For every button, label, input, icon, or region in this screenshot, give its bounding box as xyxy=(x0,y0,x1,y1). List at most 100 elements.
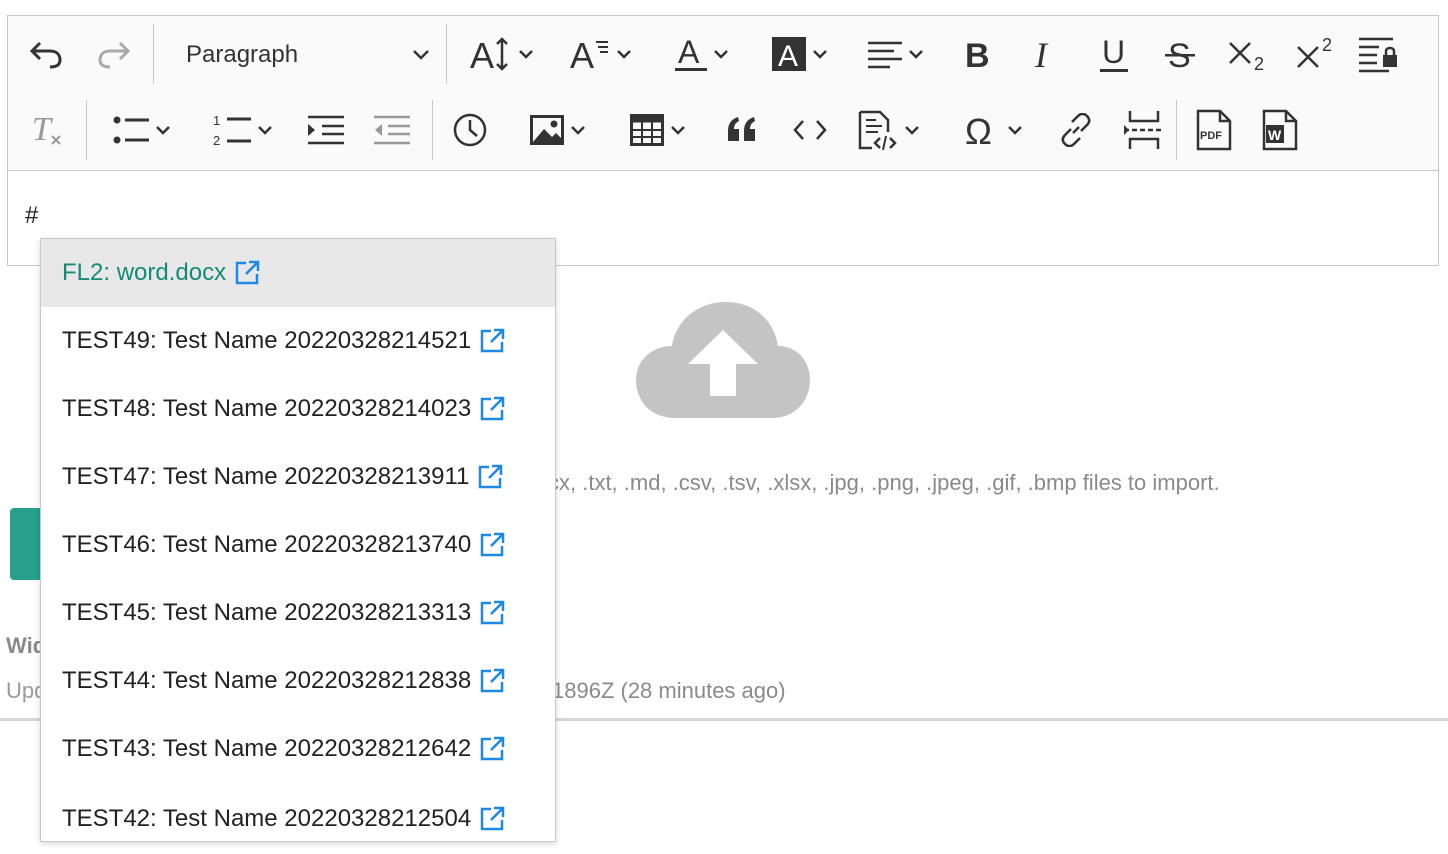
outdent-icon xyxy=(374,115,410,145)
mention-item[interactable]: TEST44: Test Name 20220328212838 xyxy=(41,647,555,715)
bold-button[interactable]: B xyxy=(956,16,1000,92)
mention-item[interactable]: TEST49: Test Name 20220328214521 xyxy=(41,307,555,375)
export-word-icon: W xyxy=(1262,109,1298,151)
undo-icon[interactable] xyxy=(24,16,68,92)
font-background-color-dropdown[interactable]: A xyxy=(760,16,840,92)
font-background-color-icon: A xyxy=(772,37,806,71)
mention-item[interactable]: TEST45: Test Name 20220328213313 xyxy=(41,579,555,647)
svg-text:W: W xyxy=(1268,127,1282,143)
block-quote-icon xyxy=(728,117,755,141)
svg-text:A: A xyxy=(778,40,798,71)
external-link-icon[interactable] xyxy=(479,396,505,422)
svg-text:A: A xyxy=(570,36,594,72)
mention-item[interactable]: TEST47: Test Name 20220328213911 xyxy=(41,443,555,511)
mention-dropdown: FL2: word.docx TEST49: Test Name 2022032… xyxy=(40,238,556,842)
svg-text:I: I xyxy=(1034,37,1049,71)
strikethrough-button[interactable]: S xyxy=(1158,16,1202,92)
font-size-dropdown[interactable]: A xyxy=(464,16,540,92)
mention-item-label: TEST47: Test Name 20220328213911 xyxy=(62,463,470,490)
toolbar-row-2: T 12 Ω PDF W xyxy=(8,92,1438,168)
mention-item-label: TEST48: Test Name 20220328214023 xyxy=(62,395,472,422)
code-icon xyxy=(793,120,827,140)
mention-item-label: TEST46: Test Name 20220328213740 xyxy=(62,531,472,558)
block-quote-button[interactable] xyxy=(720,92,764,168)
font-color-icon: A xyxy=(675,35,707,71)
chevron-down-icon xyxy=(813,50,827,59)
link-icon xyxy=(1061,113,1091,147)
bulleted-list-dropdown[interactable] xyxy=(102,92,182,168)
chevron-down-icon xyxy=(617,50,631,59)
mention-item[interactable]: TEST48: Test Name 20220328214023 xyxy=(41,375,555,443)
indent-button[interactable] xyxy=(304,92,348,168)
link-button[interactable] xyxy=(1054,92,1098,168)
mention-item[interactable]: FL2: word.docx xyxy=(41,239,555,307)
heading-dropdown-value: Paragraph xyxy=(186,41,299,68)
restricted-editing-button[interactable] xyxy=(1358,16,1402,92)
svg-text:1: 1 xyxy=(213,113,220,128)
superscript-button[interactable]: 2 xyxy=(1294,16,1338,92)
toolbar-row-1: Paragraph A A A A B I U S 2 2 xyxy=(8,16,1438,92)
insert-date-button[interactable] xyxy=(448,92,492,168)
toolbar-separator xyxy=(446,24,447,84)
external-link-icon[interactable] xyxy=(479,668,505,694)
bulleted-list-icon xyxy=(113,116,149,144)
image-icon xyxy=(530,115,564,145)
external-link-icon[interactable] xyxy=(479,600,505,626)
rich-text-editor: Paragraph A A A A B I U S 2 2 T 1 2 Ω PD… xyxy=(7,15,1439,266)
remove-format-icon: T xyxy=(32,112,61,148)
subscript-button[interactable]: 2 xyxy=(1226,16,1270,92)
external-link-icon[interactable] xyxy=(479,736,505,762)
svg-text:2: 2 xyxy=(1322,37,1332,55)
svg-text:Ω: Ω xyxy=(965,114,992,146)
insert-image-dropdown[interactable] xyxy=(518,92,598,168)
heading-dropdown[interactable]: Paragraph xyxy=(180,38,430,72)
italic-button[interactable]: I xyxy=(1024,16,1068,92)
external-link-icon[interactable] xyxy=(479,328,505,354)
chevron-down-icon xyxy=(571,126,585,135)
clock-icon xyxy=(453,113,487,147)
code-button[interactable] xyxy=(788,92,832,168)
page-break-button[interactable] xyxy=(1120,92,1168,168)
page-break-icon xyxy=(1124,111,1164,149)
font-family-dropdown[interactable]: A xyxy=(560,16,642,92)
numbered-list-icon: 12 xyxy=(213,113,251,147)
svg-text:U: U xyxy=(1102,35,1125,70)
export-word-button[interactable]: W xyxy=(1258,92,1302,168)
strikethrough-icon: S xyxy=(1165,37,1195,72)
align-left-icon xyxy=(868,41,902,69)
insert-table-dropdown[interactable] xyxy=(618,92,698,168)
export-pdf-icon: PDF xyxy=(1196,109,1232,151)
mention-item-label: FL2: word.docx xyxy=(62,259,227,286)
subscript-icon: 2 xyxy=(1229,42,1264,71)
table-icon xyxy=(630,114,664,146)
mention-item[interactable]: TEST42: Test Name 20220328212504 xyxy=(41,785,555,841)
alignment-dropdown[interactable] xyxy=(858,16,934,92)
redo-icon[interactable] xyxy=(92,16,136,92)
chevron-down-icon xyxy=(519,50,533,59)
underline-button[interactable]: U xyxy=(1092,16,1136,92)
external-link-icon[interactable] xyxy=(479,806,505,832)
font-color-dropdown[interactable]: A xyxy=(662,16,742,92)
external-link-icon[interactable] xyxy=(477,464,503,490)
remove-format-button[interactable]: T xyxy=(26,92,70,168)
mention-item[interactable]: TEST43: Test Name 20220328212642 xyxy=(41,715,555,783)
external-link-icon[interactable] xyxy=(234,260,260,286)
editor-text: # xyxy=(25,202,39,229)
export-pdf-button[interactable]: PDF xyxy=(1192,92,1236,168)
mention-item[interactable]: TEST46: Test Name 20220328213740 xyxy=(41,511,555,579)
mention-item-label: TEST45: Test Name 20220328213313 xyxy=(62,599,472,626)
svg-text:B: B xyxy=(965,37,990,71)
special-characters-dropdown[interactable]: Ω xyxy=(952,92,1036,168)
outdent-button[interactable] xyxy=(370,92,414,168)
indent-icon xyxy=(308,115,344,145)
external-link-icon[interactable] xyxy=(479,532,505,558)
source-editing-dropdown[interactable] xyxy=(848,92,930,168)
restricted-editing-icon xyxy=(1359,37,1397,73)
numbered-list-dropdown[interactable]: 12 xyxy=(202,92,284,168)
font-size-icon: A xyxy=(470,36,508,72)
svg-text:2: 2 xyxy=(1254,54,1264,71)
chevron-down-icon xyxy=(1008,126,1022,135)
updated-timestamp: 1896Z (28 minutes ago) xyxy=(552,678,786,703)
underline-icon: U xyxy=(1100,35,1128,72)
superscript-icon: 2 xyxy=(1297,37,1332,68)
